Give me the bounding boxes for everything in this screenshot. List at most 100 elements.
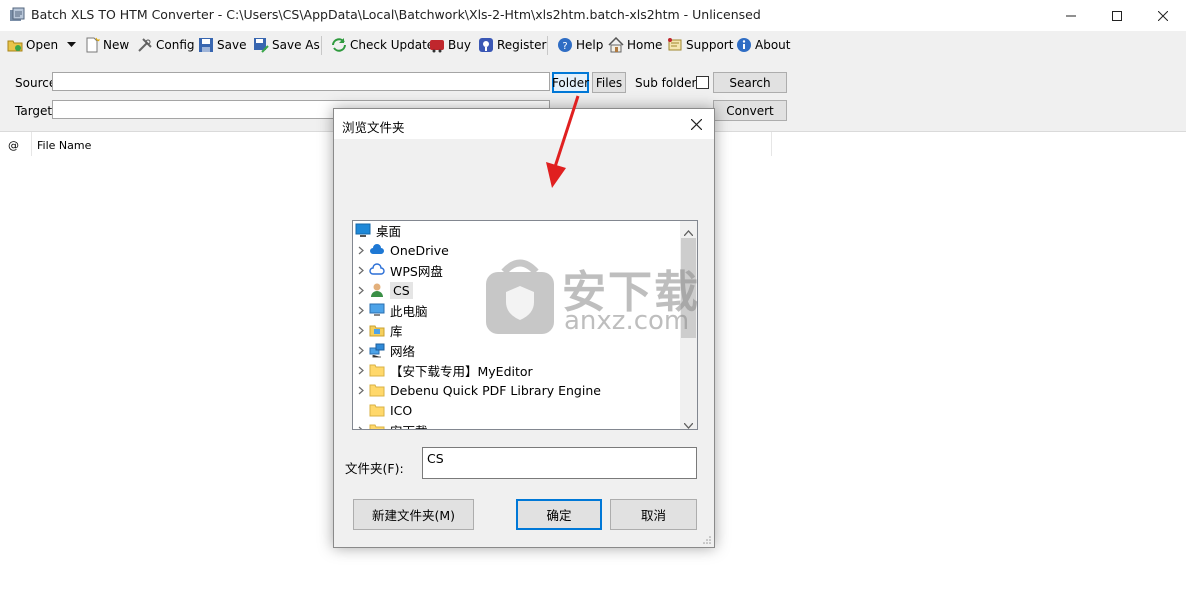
- register-button[interactable]: Register: [478, 35, 546, 55]
- window-title: Batch XLS TO HTM Converter - C:\Users\CS…: [31, 7, 761, 22]
- help-icon: ?: [558, 38, 572, 52]
- tree-item-label: 桌面: [376, 223, 402, 239]
- cancel-button[interactable]: 取消: [610, 499, 697, 530]
- register-key-icon: [479, 38, 493, 52]
- new-button[interactable]: New: [84, 35, 129, 55]
- cloud-icon: [369, 242, 390, 258]
- tree-item[interactable]: ICO: [353, 400, 412, 420]
- column-divider: [771, 132, 772, 156]
- tree-item[interactable]: 此电脑: [353, 300, 428, 320]
- expand-chevron-icon[interactable]: [353, 246, 369, 255]
- tree-item-label: 库: [390, 323, 403, 339]
- expand-chevron-icon[interactable]: [353, 266, 369, 275]
- search-button[interactable]: Search: [713, 72, 787, 93]
- tree-item-label: 此电脑: [390, 303, 428, 319]
- folder-icon: [369, 402, 390, 418]
- tree-item[interactable]: 安下载: [353, 420, 428, 429]
- tree-item[interactable]: 【安下载专用】MyEditor: [353, 360, 533, 380]
- about-button[interactable]: About: [736, 35, 790, 55]
- open-folder-icon: [7, 40, 23, 52]
- tree-item-label: 网络: [390, 343, 416, 359]
- minimize-icon: [1066, 15, 1076, 16]
- new-folder-button[interactable]: 新建文件夹(M): [353, 499, 474, 530]
- save-button[interactable]: Save: [198, 35, 246, 55]
- expand-chevron-icon[interactable]: [353, 306, 369, 315]
- expand-chevron-icon[interactable]: [353, 386, 369, 395]
- open-label: Open: [26, 38, 59, 52]
- cloud-outline-icon: [369, 262, 390, 278]
- tree-item-label: 【安下载专用】MyEditor: [390, 363, 533, 379]
- minimize-button[interactable]: [1048, 0, 1094, 31]
- check-update-label: Check Update: [350, 38, 435, 52]
- folder-label: 文件夹(F):: [345, 461, 404, 476]
- help-button[interactable]: ? Help: [557, 35, 603, 55]
- cart-icon: [430, 40, 444, 53]
- tree-item[interactable]: 桌面: [353, 221, 402, 240]
- target-label: Target: [15, 104, 53, 118]
- convert-button[interactable]: Convert: [713, 100, 787, 121]
- tree-item[interactable]: CS: [353, 280, 413, 300]
- watermark: 安下载 anxz.com: [484, 254, 714, 338]
- watermark-shield-icon: [486, 259, 554, 334]
- expand-chevron-icon[interactable]: [353, 326, 369, 335]
- tree-item[interactable]: WPS网盘: [353, 260, 443, 280]
- expand-chevron-icon[interactable]: [353, 346, 369, 355]
- folder-name-input[interactable]: [422, 447, 697, 479]
- scroll-up-icon[interactable]: [683, 225, 694, 239]
- close-icon: [1158, 10, 1168, 21]
- expand-chevron-icon[interactable]: [353, 286, 369, 295]
- annotation-arrow: [546, 95, 580, 188]
- files-button[interactable]: Files: [592, 72, 626, 93]
- source-input[interactable]: [52, 72, 550, 91]
- tree-item[interactable]: 库: [353, 320, 403, 340]
- home-button[interactable]: Home: [608, 35, 662, 55]
- config-button[interactable]: Config: [137, 35, 195, 55]
- help-label: Help: [576, 38, 604, 52]
- resize-grip-icon[interactable]: [702, 535, 712, 545]
- update-icon: [332, 38, 346, 52]
- column-header-file-name[interactable]: File Name: [37, 139, 91, 152]
- save-as-button[interactable]: Save As: [253, 35, 320, 55]
- support-button[interactable]: Support: [667, 35, 733, 55]
- toolbar-separator: [321, 36, 322, 55]
- tree-item-label: OneDrive: [390, 242, 449, 258]
- folder-icon: [369, 382, 390, 398]
- open-button[interactable]: Open: [7, 35, 58, 55]
- subfolders-checkbox[interactable]: [696, 76, 709, 89]
- tree-item-label: CS: [390, 281, 413, 299]
- tree-item[interactable]: Debenu Quick PDF Library Engine: [353, 380, 601, 400]
- tree-item-label: WPS网盘: [390, 263, 443, 279]
- scroll-down-icon[interactable]: [683, 418, 694, 429]
- folder-button[interactable]: Folder: [552, 72, 589, 93]
- column-header-at[interactable]: @: [8, 139, 19, 152]
- maximize-button[interactable]: [1094, 0, 1140, 31]
- about-label: About: [755, 38, 791, 52]
- dropdown-arrow-icon: [67, 42, 76, 47]
- tree-item[interactable]: OneDrive: [353, 240, 449, 260]
- save-disk-icon: [199, 38, 213, 52]
- source-label: Source: [15, 76, 57, 90]
- network-icon: [369, 342, 390, 358]
- svg-text:?: ?: [562, 41, 567, 52]
- folder-icon: [369, 422, 390, 429]
- buy-button[interactable]: Buy: [429, 35, 471, 55]
- tree-item[interactable]: 网络: [353, 340, 415, 360]
- subfolders-label: Sub folders: [635, 76, 703, 90]
- ok-button[interactable]: 确定: [516, 499, 602, 530]
- dialog-title-bar: 浏览文件夹: [334, 109, 714, 139]
- app-icon: [10, 7, 25, 21]
- check-update-button[interactable]: Check Update: [331, 35, 434, 55]
- support-label: Support: [686, 38, 734, 52]
- desktop-icon: [355, 222, 376, 238]
- maximize-icon: [1112, 10, 1122, 21]
- expand-chevron-icon[interactable]: [353, 426, 369, 429]
- new-label: New: [103, 38, 130, 52]
- save-as-icon: [254, 38, 269, 53]
- title-bar: Batch XLS TO HTM Converter - C:\Users\CS…: [0, 0, 1186, 31]
- dialog-close-button[interactable]: [689, 117, 703, 131]
- open-dropdown-button[interactable]: [67, 35, 76, 55]
- close-button[interactable]: [1140, 0, 1186, 31]
- home-label: Home: [627, 38, 663, 52]
- expand-chevron-icon[interactable]: [353, 366, 369, 375]
- watermark-text-en: anxz.com: [564, 306, 690, 336]
